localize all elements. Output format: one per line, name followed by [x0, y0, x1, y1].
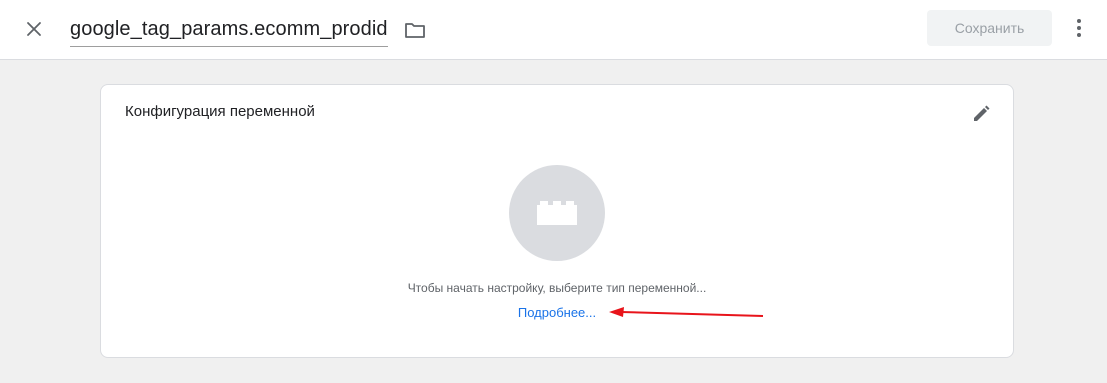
- hint-text: Чтобы начать настройку, выберите тип пер…: [407, 281, 707, 295]
- variable-name-field[interactable]: google_tag_params.ecomm_prodid: [70, 14, 388, 47]
- variable-type-selector[interactable]: [509, 165, 605, 261]
- card-title: Конфигурация переменной: [125, 103, 315, 120]
- lego-brick-icon: [537, 201, 577, 225]
- top-bar: google_tag_params.ecomm_prodid Сохранить: [0, 0, 1107, 60]
- more-vert-icon: [1077, 19, 1081, 37]
- close-icon: [27, 22, 41, 36]
- annotation-arrow: [609, 307, 764, 317]
- pencil-icon: [974, 105, 990, 121]
- folder-icon: [405, 23, 425, 38]
- close-button[interactable]: [18, 13, 50, 45]
- edit-button[interactable]: [968, 101, 994, 127]
- folder-button[interactable]: [402, 17, 428, 43]
- variable-name-text: google_tag_params.ecomm_prodid: [70, 18, 388, 40]
- more-options-button[interactable]: [1067, 14, 1091, 42]
- save-button[interactable]: Сохранить: [927, 10, 1052, 46]
- variable-configuration-card: Конфигурация переменной Чтобы начать нас…: [100, 84, 1014, 358]
- learn-more-link[interactable]: Подробнее...: [57, 305, 1057, 320]
